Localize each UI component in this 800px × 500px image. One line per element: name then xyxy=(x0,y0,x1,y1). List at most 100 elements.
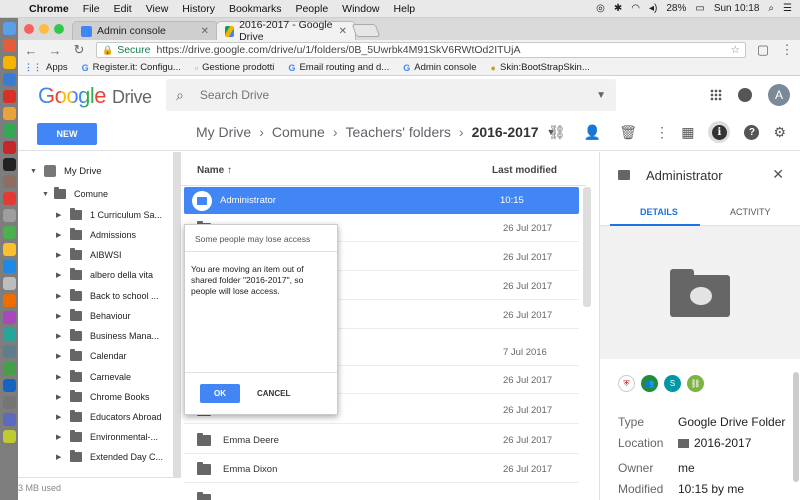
dock-app-icon[interactable] xyxy=(2,73,16,86)
sidebar-scrollbar[interactable] xyxy=(173,152,181,482)
url-input[interactable]: 🔒 Secure https://drive.google.com/drive/… xyxy=(96,42,746,58)
tree-item[interactable]: ▶ Behaviour xyxy=(56,309,131,323)
column-modified-header[interactable]: Last modified xyxy=(492,165,557,176)
extension-icon[interactable]: ▢ xyxy=(756,42,770,58)
avatar-s[interactable]: S xyxy=(664,375,681,392)
breadcrumb-teachers-folders[interactable]: Teachers' folders xyxy=(346,124,451,140)
menu-people[interactable]: People xyxy=(288,3,335,15)
chrome-menu-icon[interactable]: ⋮ xyxy=(780,42,794,58)
collapsed-triangle-icon[interactable]: ▶ xyxy=(56,453,66,461)
dock-app-icon[interactable] xyxy=(2,430,16,443)
window-minimize-icon[interactable] xyxy=(39,24,49,34)
tree-item[interactable]: ▶ Chrome Books xyxy=(56,390,150,404)
google-apps-icon[interactable] xyxy=(710,89,722,101)
dock-app-icon[interactable] xyxy=(2,158,16,171)
table-row[interactable] xyxy=(184,486,579,500)
expand-triangle-icon[interactable]: ▼ xyxy=(42,191,52,198)
get-link-icon[interactable]: ⛓ xyxy=(548,124,566,141)
bluetooth-icon[interactable]: ✱ xyxy=(614,3,622,14)
search-input[interactable]: ⌕ Search Drive ▼ xyxy=(166,79,616,111)
dock-app-icon[interactable] xyxy=(2,345,16,358)
details-scrollbar[interactable] xyxy=(793,372,799,482)
breadcrumb-comune[interactable]: Comune xyxy=(272,124,325,140)
tab-close-icon[interactable]: ✕ xyxy=(201,26,209,37)
menu-app-name[interactable]: Chrome xyxy=(22,3,76,15)
collapsed-triangle-icon[interactable]: ▶ xyxy=(56,373,66,381)
search-options-icon[interactable]: ▼ xyxy=(596,90,606,101)
tab-google-drive[interactable]: 2016-2017 - Google Drive ✕ xyxy=(216,19,356,43)
help-icon[interactable]: ? xyxy=(744,124,760,140)
avatar[interactable]: A xyxy=(768,84,790,106)
tree-item[interactable]: ▶ AIBWSI xyxy=(56,248,122,262)
dock-app-icon[interactable] xyxy=(2,22,16,35)
dock-app-icon[interactable] xyxy=(2,124,16,137)
more-actions-icon[interactable]: ⋮ xyxy=(655,124,669,141)
collapsed-triangle-icon[interactable]: ▶ xyxy=(56,352,66,360)
dock-app-icon[interactable] xyxy=(2,226,16,239)
share-icon[interactable]: 👤 xyxy=(584,124,601,141)
cancel-button[interactable]: CANCEL xyxy=(257,384,290,403)
dock-app-icon[interactable] xyxy=(2,209,16,222)
tree-item[interactable]: ▶ Extended Day C... xyxy=(56,450,163,464)
notifications-icon[interactable] xyxy=(738,88,752,102)
menu-file[interactable]: File xyxy=(76,3,107,15)
wifi-icon[interactable]: ◠ xyxy=(631,3,640,14)
tree-item[interactable]: ▶ Business Mana... xyxy=(56,329,159,343)
collapsed-triangle-icon[interactable]: ▶ xyxy=(56,393,66,401)
tree-item[interactable]: ▶ Environmental-... xyxy=(56,430,158,444)
avatar-group-icon[interactable]: 👥 xyxy=(641,375,658,392)
bookmark-star-icon[interactable]: ☆ xyxy=(731,44,740,56)
dock-app-icon[interactable] xyxy=(2,362,16,375)
collapsed-triangle-icon[interactable]: ▶ xyxy=(56,312,66,320)
collapsed-triangle-icon[interactable]: ▶ xyxy=(56,251,66,259)
battery-icon[interactable]: ▭ xyxy=(695,3,704,14)
table-row-selected[interactable]: Administrator 10:15 xyxy=(184,187,579,214)
tree-item-my-drive[interactable]: ▼ My Drive xyxy=(30,164,101,178)
dock-app-icon[interactable] xyxy=(2,175,16,188)
collapsed-triangle-icon[interactable]: ▶ xyxy=(56,413,66,421)
tree-item[interactable]: ▶ 1 Curriculum Sa... xyxy=(56,208,162,222)
dock-app-icon[interactable] xyxy=(2,141,16,154)
avatar-crest[interactable]: ⛨ xyxy=(618,375,635,392)
menu-history[interactable]: History xyxy=(175,3,222,15)
table-row[interactable]: Emma Dixon 26 Jul 2017 xyxy=(184,456,579,483)
dock-app-icon[interactable] xyxy=(2,107,16,120)
menu-help[interactable]: Help xyxy=(387,3,423,15)
expand-triangle-icon[interactable]: ▼ xyxy=(30,168,40,175)
avatar-link-icon[interactable]: ⛓ xyxy=(687,375,704,392)
window-close-icon[interactable] xyxy=(24,24,34,34)
bookmark-item[interactable]: ● Skin:BootStrapSkin... xyxy=(491,62,590,73)
notification-center-icon[interactable]: ☰ xyxy=(783,3,792,14)
google-drive-logo[interactable]: Google Drive xyxy=(38,83,152,109)
close-icon[interactable]: ✕ xyxy=(772,166,784,183)
tree-item[interactable]: ▶ Admissions xyxy=(56,228,136,242)
collapsed-triangle-icon[interactable]: ▶ xyxy=(56,271,66,279)
file-list-scrollbar[interactable] xyxy=(583,187,591,307)
forward-icon[interactable]: → xyxy=(48,43,62,58)
tree-item[interactable]: ▶ Carnevale xyxy=(56,370,131,384)
settings-gear-icon[interactable]: ⚙ xyxy=(773,124,786,141)
reload-icon[interactable]: ↻ xyxy=(72,42,86,58)
collapsed-triangle-icon[interactable]: ▶ xyxy=(56,433,66,441)
details-toggle-button[interactable]: i xyxy=(708,121,731,143)
dock-app-icon[interactable] xyxy=(2,396,16,409)
back-icon[interactable]: ← xyxy=(24,43,38,58)
tab-close-icon[interactable]: ✕ xyxy=(339,26,347,37)
tab-admin-console[interactable]: Admin console ✕ xyxy=(72,21,218,40)
tree-item[interactable]: ▶ Educators Abroad xyxy=(56,410,162,424)
collapsed-triangle-icon[interactable]: ▶ xyxy=(56,292,66,300)
dock-app-icon[interactable] xyxy=(2,192,16,205)
menu-window[interactable]: Window xyxy=(335,3,386,15)
ok-button[interactable]: OK xyxy=(200,384,240,403)
column-name-header[interactable]: Name ↑ xyxy=(197,165,232,176)
tree-item[interactable]: ▶ Calendar xyxy=(56,349,127,363)
new-button[interactable]: NEW xyxy=(37,123,97,145)
bookmark-item[interactable]: ▫ Gestione prodotti xyxy=(195,62,275,73)
bookmark-item[interactable]: G Register.it: Configu... xyxy=(82,62,181,73)
volume-icon[interactable]: ◂) xyxy=(649,3,657,14)
bookmark-apps[interactable]: ⋮⋮ Apps xyxy=(24,62,68,73)
menu-view[interactable]: View xyxy=(139,3,176,15)
dock-app-icon[interactable] xyxy=(2,243,16,256)
location-link[interactable]: 2016-2017 xyxy=(678,436,751,450)
trash-icon[interactable]: 🗑 xyxy=(619,124,637,141)
